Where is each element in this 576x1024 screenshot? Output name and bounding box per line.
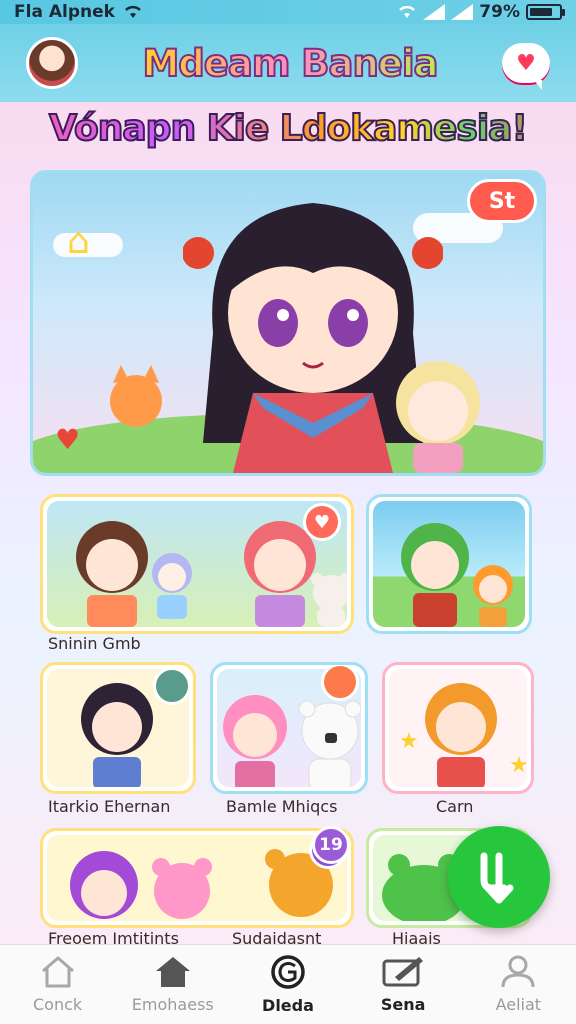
game-card[interactable] bbox=[40, 828, 354, 928]
chibi-lavender-illustration bbox=[152, 553, 192, 619]
orange-cat-illustration bbox=[110, 365, 162, 427]
nav-item-emohaess[interactable]: Emohaess bbox=[123, 955, 223, 1014]
heart-chat-icon: ♥ bbox=[516, 50, 536, 76]
chibi-greenhair-illustration bbox=[401, 523, 469, 627]
game-card[interactable]: ★ ★ bbox=[382, 662, 534, 794]
battery-icon bbox=[526, 4, 565, 20]
chibi-brunette-illustration bbox=[76, 521, 148, 627]
hero-badge-label: St bbox=[488, 188, 516, 214]
blonde-chibi-illustration bbox=[396, 361, 480, 473]
wifi-icon bbox=[399, 5, 416, 18]
white-bear-illustration bbox=[298, 700, 361, 787]
signal-icon bbox=[423, 4, 446, 20]
bottom-navigation: Conck Emohaess Dleda Sena Aeliat bbox=[0, 944, 576, 1024]
home-filled-icon bbox=[155, 957, 190, 987]
hero-banner[interactable]: ♥ ⌂ St bbox=[30, 170, 546, 476]
heart-badge[interactable]: ♥ bbox=[303, 503, 341, 541]
nav-label: Emohaess bbox=[131, 995, 214, 1014]
heart-icon: ♥ bbox=[55, 423, 81, 456]
game-card[interactable]: ♥ bbox=[40, 494, 354, 634]
bear-plush-illustration bbox=[311, 573, 347, 627]
status-bar: Fla Alpnek 79% bbox=[0, 0, 576, 24]
avatar[interactable] bbox=[26, 37, 78, 89]
game-card[interactable] bbox=[40, 662, 196, 794]
download-fab-button[interactable] bbox=[448, 826, 550, 928]
person-icon bbox=[501, 955, 535, 988]
hero-badge[interactable]: St bbox=[467, 179, 537, 223]
card-label: Itarkio Ehernan bbox=[48, 797, 171, 816]
carrier-name: Fla Alpnek bbox=[14, 2, 115, 22]
game-card[interactable] bbox=[210, 662, 368, 794]
star-icon: ★ bbox=[399, 729, 419, 754]
nav-item-sena[interactable]: Sena bbox=[353, 955, 453, 1014]
chibi-orangehair-illustration bbox=[425, 683, 497, 787]
wifi-icon bbox=[125, 5, 141, 18]
count-badge[interactable]: 19 bbox=[312, 826, 350, 864]
card-badge[interactable] bbox=[153, 667, 191, 705]
chat-button[interactable]: ♥ bbox=[502, 43, 550, 90]
circle-g-icon bbox=[271, 955, 305, 989]
nav-label: Sena bbox=[380, 995, 426, 1014]
heart-icon: ♥ bbox=[313, 511, 331, 533]
nav-item-dleda[interactable]: Dleda bbox=[238, 954, 338, 1015]
nav-label: Conck bbox=[33, 995, 83, 1014]
chibi-darkhair-illustration bbox=[81, 683, 153, 787]
chibi-orange-illustration bbox=[473, 565, 513, 627]
card-label: Sninin Gmb bbox=[48, 634, 141, 653]
battery-percent: 79% bbox=[479, 2, 520, 22]
download-arrow-icon bbox=[480, 852, 514, 904]
signal-icon bbox=[451, 4, 474, 20]
nav-label: Dleda bbox=[262, 996, 314, 1015]
count-badge-label: 19 bbox=[319, 835, 343, 855]
game-card[interactable] bbox=[366, 494, 532, 634]
app-header: Mdeam Baneia ♥ bbox=[0, 24, 576, 102]
nav-item-conck[interactable]: Conck bbox=[8, 955, 108, 1014]
card-label: Bamle Mhiqcs bbox=[226, 797, 338, 816]
card-label: Carn bbox=[436, 797, 474, 816]
app-title: Mdeam Baneia bbox=[141, 41, 439, 86]
house-sticker-icon: ⌂ bbox=[67, 221, 90, 262]
nav-item-aeliat[interactable]: Aeliat bbox=[468, 955, 568, 1014]
chibi-pinkhair-illustration bbox=[223, 695, 287, 787]
page-headline: Vónapn Kie Ldokamesia! bbox=[0, 107, 576, 150]
card-edit-icon bbox=[382, 957, 424, 987]
pink-bear-illustration bbox=[152, 858, 212, 919]
home-outline-icon bbox=[41, 956, 74, 988]
card-badge[interactable] bbox=[321, 665, 359, 701]
star-icon: ★ bbox=[509, 753, 527, 778]
nav-label: Aeliat bbox=[495, 995, 542, 1014]
chibi-purplehair-illustration bbox=[70, 851, 138, 919]
